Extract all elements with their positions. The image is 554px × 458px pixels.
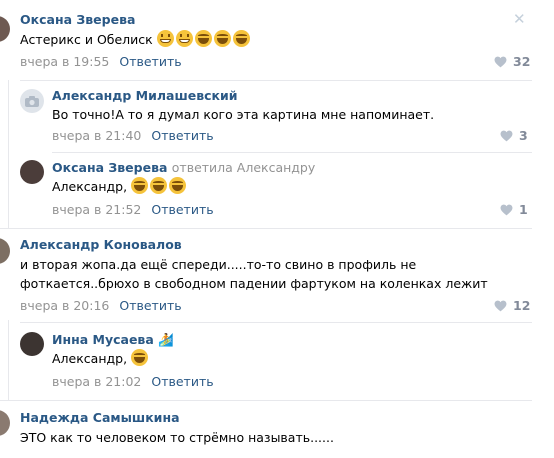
comment-author[interactable]: Александр Милашевский — [52, 88, 238, 103]
like-count: 32 — [513, 54, 531, 69]
divider — [20, 322, 532, 323]
like-count: 1 — [519, 202, 528, 217]
grin-icon — [175, 30, 193, 47]
comment-meta: вчера в 21:02 Ответить — [52, 374, 214, 389]
author-name[interactable]: Оксана Зверева — [52, 160, 167, 175]
comment-text-body: Александр, — [52, 351, 128, 366]
avatar[interactable] — [0, 238, 10, 264]
comment-text: Александр, — [52, 348, 150, 369]
like-button[interactable]: 3 — [500, 128, 528, 143]
avatar[interactable] — [20, 332, 44, 356]
close-icon[interactable]: ✕ — [513, 10, 526, 28]
divider — [0, 400, 532, 401]
comment-text-line: и вторая жопа.да ещё спереди.....то-то с… — [20, 257, 417, 272]
reply-button[interactable]: Ответить — [119, 54, 181, 69]
surf-icon: 🏄 — [158, 332, 174, 347]
comment-text: Во точно!А то я думал кого эта картина м… — [52, 107, 435, 122]
laugh-icon — [194, 30, 212, 47]
heart-icon — [500, 130, 513, 141]
comment-date[interactable]: вчера в 21:40 — [52, 128, 141, 143]
laugh-icon — [232, 30, 250, 47]
comment-author[interactable]: Оксана Зверева — [20, 12, 135, 27]
reply-button[interactable]: Ответить — [119, 298, 181, 313]
comment-author[interactable]: Инна Мусаева 🏄 — [52, 332, 174, 348]
grin-icon — [156, 30, 174, 47]
like-button[interactable]: 12 — [494, 298, 530, 313]
thread-line — [8, 80, 9, 228]
divider — [0, 228, 532, 229]
comment-meta: вчера в 21:40 Ответить — [52, 128, 214, 143]
avatar[interactable] — [20, 89, 44, 113]
comment-text-line: фоткается..брюхо в свободном падении фар… — [20, 276, 488, 291]
thread-line — [8, 320, 9, 400]
laugh-icon — [150, 177, 168, 194]
replied-to[interactable]: ответила Александру — [172, 160, 315, 175]
like-button[interactable]: 1 — [500, 202, 528, 217]
divider — [52, 152, 532, 153]
comment-date[interactable]: вчера в 21:52 — [52, 202, 141, 217]
avatar[interactable] — [20, 160, 44, 184]
comment-meta: вчера в 21:52 Ответить — [52, 202, 214, 217]
comment-author[interactable]: Оксана Зверева ответила Александру — [52, 160, 315, 175]
avatar[interactable] — [0, 410, 10, 436]
heart-icon — [494, 300, 507, 311]
divider — [20, 80, 532, 81]
comment-meta: вчера в 19:55 Ответить — [20, 54, 182, 69]
laugh-icon — [131, 349, 149, 366]
comment-author[interactable]: Надежда Самышкина — [20, 410, 180, 425]
camera-icon — [25, 95, 39, 107]
comment-text: Астерикс и Обелиск — [20, 29, 252, 50]
comment-author[interactable]: Александр Коновалов — [20, 237, 182, 252]
comment-meta: вчера в 20:16 Ответить — [20, 298, 182, 313]
heart-icon — [494, 56, 507, 67]
author-name[interactable]: Инна Мусаева — [52, 332, 154, 347]
comment-text-body: Александр, — [52, 179, 128, 194]
comment-date[interactable]: вчера в 19:55 — [20, 54, 109, 69]
comment-text: Александр, — [52, 176, 188, 197]
heart-icon — [500, 204, 513, 215]
laugh-icon — [213, 30, 231, 47]
laugh-icon — [169, 177, 187, 194]
comment-date[interactable]: вчера в 20:16 — [20, 298, 109, 313]
like-count: 3 — [519, 128, 528, 143]
comment-text: ЭТО как то человеком то стрёмно называть… — [20, 430, 334, 445]
laugh-icon — [131, 177, 149, 194]
reply-button[interactable]: Ответить — [151, 128, 213, 143]
reply-button[interactable]: Ответить — [151, 374, 213, 389]
comment-date[interactable]: вчера в 21:02 — [52, 374, 141, 389]
like-button[interactable]: 32 — [494, 54, 530, 69]
avatar[interactable] — [0, 16, 10, 42]
like-count: 12 — [513, 298, 531, 313]
reply-button[interactable]: Ответить — [151, 202, 213, 217]
comment-text-body: Астерикс и Обелиск — [20, 32, 153, 47]
